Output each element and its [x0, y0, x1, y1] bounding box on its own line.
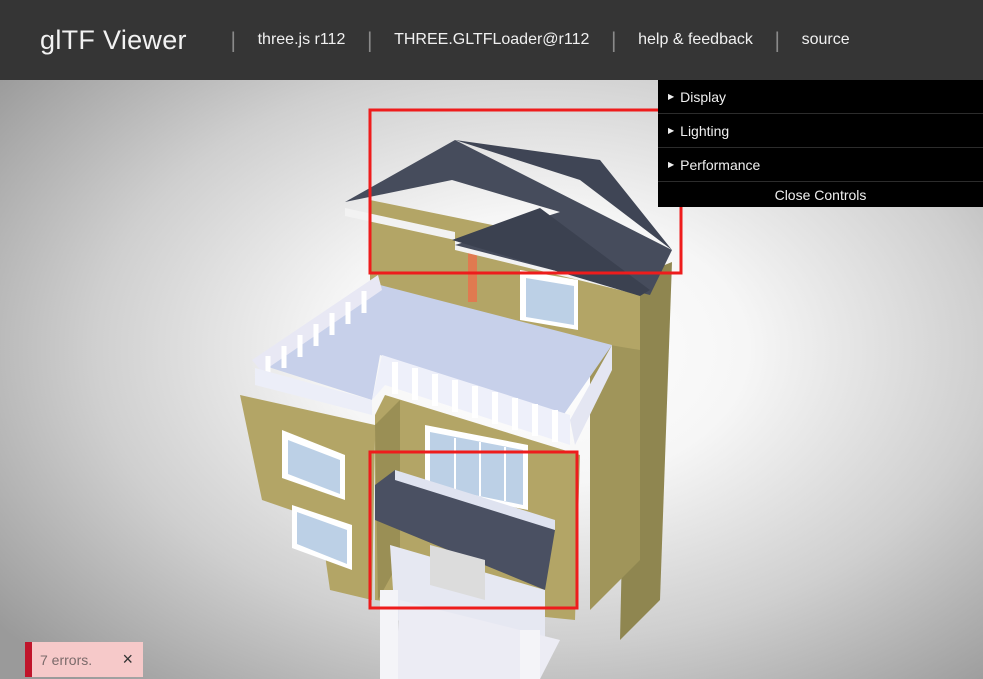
- app-title[interactable]: glTF Viewer: [40, 25, 187, 56]
- folder-lighting[interactable]: ▶ Lighting: [658, 114, 983, 148]
- help-feedback-link[interactable]: help & feedback: [638, 31, 753, 49]
- error-count-text: 7 errors.: [40, 651, 93, 668]
- close-controls-button[interactable]: Close Controls: [658, 182, 983, 207]
- separator: |: [610, 28, 618, 52]
- separator: |: [229, 28, 237, 52]
- separator: |: [773, 28, 781, 52]
- source-link[interactable]: source: [802, 31, 850, 49]
- app-header: glTF Viewer | three.js r112 | THREE.GLTF…: [0, 0, 983, 80]
- caret-right-icon: ▶: [668, 92, 675, 101]
- folder-label: Display: [680, 88, 727, 105]
- folder-label: Performance: [680, 156, 761, 173]
- folder-label: Lighting: [680, 122, 730, 139]
- error-notification: 7 errors. ×: [25, 642, 143, 677]
- caret-right-icon: ▶: [668, 126, 675, 135]
- threejs-version-link[interactable]: three.js r112: [258, 31, 346, 49]
- ground-floor-wall: [240, 395, 375, 600]
- caret-right-icon: ▶: [668, 160, 675, 169]
- gltfloader-version-link[interactable]: THREE.GLTFLoader@r112: [394, 31, 589, 49]
- folder-display[interactable]: ▶ Display: [658, 80, 983, 114]
- controls-panel: ▶ Display ▶ Lighting ▶ Performance Close…: [658, 80, 983, 207]
- close-icon[interactable]: ×: [122, 649, 133, 670]
- folder-performance[interactable]: ▶ Performance: [658, 148, 983, 182]
- separator: |: [366, 28, 374, 52]
